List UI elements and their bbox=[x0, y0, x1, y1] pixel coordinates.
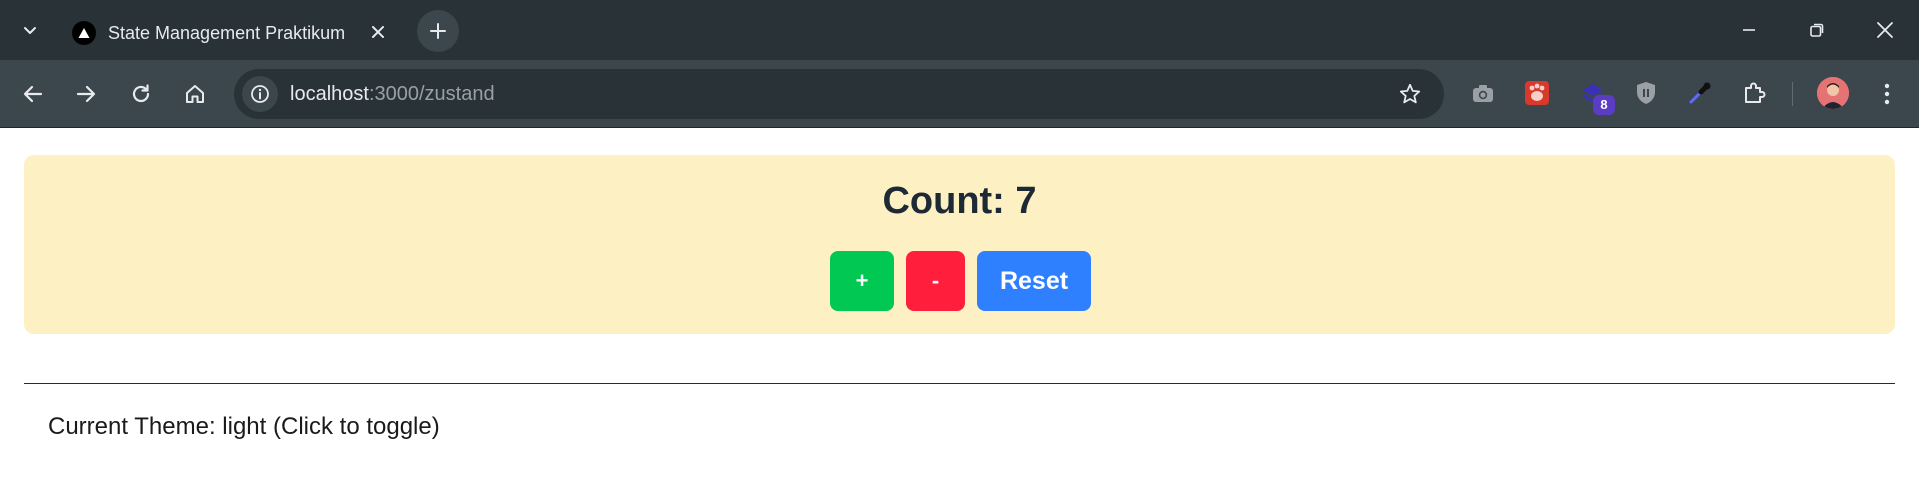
decrement-button[interactable]: - bbox=[906, 251, 965, 311]
count-value: 7 bbox=[1015, 180, 1037, 222]
reset-button[interactable]: Reset bbox=[977, 251, 1091, 311]
site-info-button[interactable] bbox=[242, 76, 278, 112]
new-tab-button[interactable] bbox=[417, 10, 459, 52]
tab-title: State Management Praktikum bbox=[108, 23, 346, 43]
restore-icon bbox=[1810, 23, 1824, 37]
close-icon bbox=[1877, 22, 1893, 38]
forward-button[interactable] bbox=[66, 74, 106, 114]
nextjs-favicon-icon bbox=[72, 21, 96, 45]
url-host: localhost bbox=[290, 83, 369, 105]
tab-search-button[interactable] bbox=[12, 12, 48, 48]
increment-button[interactable]: + bbox=[830, 251, 894, 311]
address-bar[interactable]: localhost:3000/zustand bbox=[234, 69, 1444, 119]
reload-button[interactable] bbox=[121, 74, 161, 114]
color-picker-extension-icon[interactable] bbox=[1682, 75, 1718, 111]
toolbar-divider bbox=[1792, 82, 1793, 106]
profile-avatar[interactable] bbox=[1817, 77, 1849, 109]
theme-toggle[interactable]: Current Theme: light (Click to toggle) bbox=[48, 412, 440, 442]
camera-extension-icon[interactable] bbox=[1465, 75, 1501, 111]
browser-tab[interactable]: State Management Praktikum bbox=[58, 8, 410, 60]
browser-menu-button[interactable] bbox=[1869, 74, 1905, 114]
extensions-puzzle-icon[interactable] bbox=[1736, 75, 1772, 111]
plus-icon bbox=[430, 23, 446, 39]
close-window-button[interactable] bbox=[1863, 10, 1907, 50]
restore-button[interactable] bbox=[1795, 10, 1839, 50]
counter-card: Count: 7 + - Reset bbox=[24, 155, 1895, 334]
extension-badge-count: 8 bbox=[1593, 95, 1615, 115]
bookmark-star-button[interactable] bbox=[1394, 78, 1426, 110]
url-text[interactable]: localhost:3000/zustand bbox=[290, 82, 495, 106]
count-display: Count: 7 bbox=[24, 177, 1895, 225]
arrow-right-icon bbox=[76, 85, 96, 103]
back-button[interactable] bbox=[13, 74, 53, 114]
reload-icon bbox=[132, 84, 150, 103]
divider bbox=[24, 383, 1895, 384]
home-button[interactable] bbox=[175, 74, 215, 114]
puzzle-stack-extension-icon[interactable]: 8 bbox=[1575, 75, 1615, 115]
tab-strip: State Management Praktikum bbox=[0, 0, 1919, 60]
arrow-left-icon bbox=[23, 85, 43, 103]
chevron-down-icon bbox=[24, 27, 36, 34]
tab-close-button[interactable] bbox=[364, 18, 392, 46]
shield-extension-icon[interactable] bbox=[1628, 75, 1664, 111]
star-icon bbox=[1399, 83, 1421, 104]
info-icon bbox=[251, 85, 269, 103]
paw-extension-icon[interactable] bbox=[1519, 75, 1555, 111]
home-icon bbox=[186, 85, 204, 103]
more-vertical-icon bbox=[1884, 83, 1890, 105]
browser-toolbar: localhost:3000/zustand 8 bbox=[0, 60, 1919, 128]
minimize-button[interactable] bbox=[1727, 10, 1771, 50]
minimize-icon bbox=[1743, 29, 1755, 31]
close-icon bbox=[372, 26, 384, 38]
count-label: Count: bbox=[882, 180, 1005, 222]
avatar-icon bbox=[1817, 77, 1849, 109]
url-path: :3000/zustand bbox=[368, 83, 495, 105]
